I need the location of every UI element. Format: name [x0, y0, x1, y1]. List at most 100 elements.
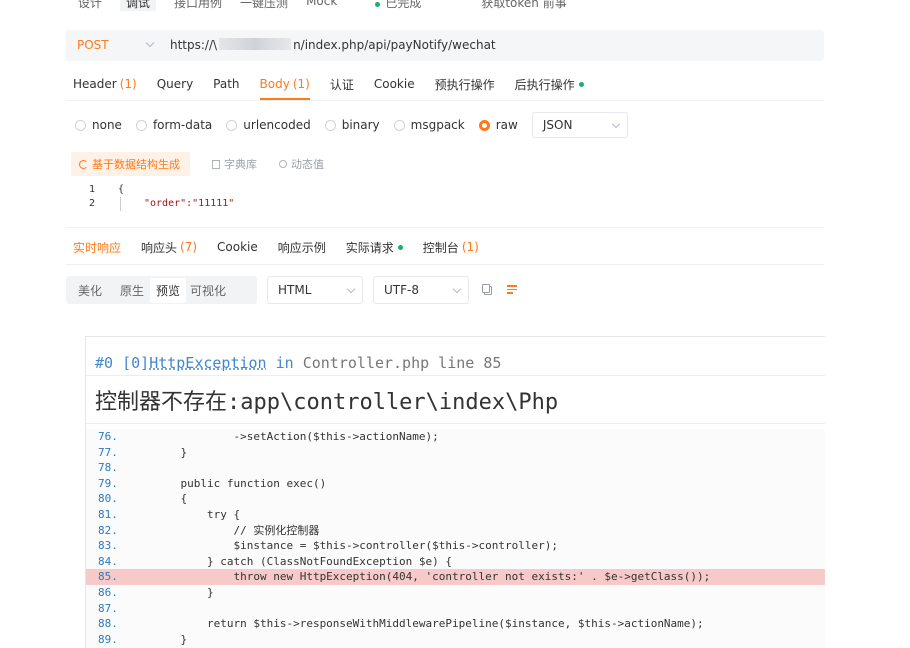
- view-mode-group: 美化 原生 预览 可视化: [66, 276, 257, 304]
- tab-body-label: Body: [259, 77, 290, 91]
- tab-body[interactable]: Body (1): [259, 68, 310, 100]
- radio-urlencoded[interactable]: urlencoded: [226, 118, 311, 132]
- divider: [66, 227, 824, 228]
- tab-cookie[interactable]: Cookie: [374, 68, 415, 100]
- radio-circle: [135, 119, 147, 131]
- method-select[interactable]: POST: [77, 38, 109, 52]
- wrap-line: [507, 285, 517, 287]
- code-line-text: // 实例化控制器: [154, 523, 320, 537]
- tab-pre-script[interactable]: 预执行操作: [435, 68, 495, 100]
- generate-label: 基于数据结构生成: [92, 158, 180, 171]
- source-divider: [86, 423, 825, 424]
- code-line-number: 78.: [98, 461, 118, 475]
- code-line-text: }: [154, 445, 188, 459]
- radio-form-data[interactable]: form-data: [135, 118, 212, 132]
- radio-binary-label: binary: [341, 118, 380, 132]
- radio-none-label: none: [92, 118, 122, 132]
- tab-response-headers[interactable]: 响应头 (7): [141, 233, 197, 261]
- url-input[interactable]: https://\ n/index.php/api/payNotify/wecha…: [170, 38, 496, 52]
- code-line-text: try {: [154, 508, 241, 521]
- dictionary-button[interactable]: 字典库: [212, 156, 257, 172]
- code-line-number: 86.: [98, 586, 118, 599]
- body-type-row: none form-data urlencoded binary msgpack…: [75, 112, 628, 138]
- tab-console[interactable]: 控制台 (1): [423, 233, 479, 261]
- code-line: 77. }: [86, 445, 825, 461]
- tab-query-label: Query: [156, 77, 194, 91]
- tab-response-example-label: 响应示例: [277, 240, 326, 255]
- code-line: 82. // 实例化控制器: [86, 523, 825, 539]
- book-icon: [212, 159, 220, 169]
- code-line-number: 84.: [98, 554, 118, 568]
- code-line: 89. }: [86, 632, 825, 648]
- code-line-number: 83.: [98, 539, 118, 553]
- radio-circle: [75, 119, 86, 131]
- copy-icon[interactable]: [482, 284, 490, 293]
- response-encoding-select[interactable]: UTF-8: [373, 276, 469, 304]
- code-line-number: 81.: [98, 508, 118, 521]
- response-encoding-value: UTF-8: [384, 283, 419, 297]
- wrap-lines-icon[interactable]: [507, 285, 517, 294]
- tab-stress[interactable]: 一键压测: [240, 0, 288, 11]
- body-editor[interactable]: 1 { 2 "order":"11111": [66, 182, 824, 214]
- chevron-down-icon: [452, 284, 462, 293]
- tab-debug[interactable]: 调试: [120, 0, 157, 11]
- dynamic-value-button[interactable]: 动态值: [279, 156, 324, 172]
- wrap-line: [507, 288, 517, 290]
- tab-mock[interactable]: Mock: [306, 0, 337, 11]
- radio-binary[interactable]: binary: [324, 118, 380, 132]
- code-line-text: return $this->responseWithMiddlewarePipe…: [154, 617, 704, 631]
- view-beautify[interactable]: 美化: [78, 282, 102, 299]
- radio-msgpack[interactable]: msgpack: [393, 118, 465, 132]
- tab-live-response[interactable]: 实时响应: [73, 233, 121, 261]
- url-bar: POST https://\ n/index.php/api/payNotify/…: [66, 30, 824, 61]
- token-text: 获取token 前事: [481, 0, 567, 10]
- tab-actual-request-label: 实际请求: [345, 240, 394, 255]
- view-visualize[interactable]: 可视化: [190, 282, 226, 299]
- code-line-number: 82.: [98, 523, 118, 537]
- editor-line-1: 1 {: [66, 183, 824, 197]
- editor-line-2: 2 "order":"11111": [66, 197, 824, 211]
- tab-post-script[interactable]: 后执行操作: [515, 68, 584, 100]
- tab-header[interactable]: Header (1): [73, 68, 137, 100]
- code-line: 88. return $this->responseWithMiddleware…: [86, 616, 825, 632]
- body-tools: 基于数据结构生成 字典库 动态值: [71, 152, 324, 176]
- code-line-number: 89.: [98, 632, 118, 646]
- tab-cases[interactable]: 接口用例: [174, 0, 222, 11]
- code-line: 84. } catch (ClassNotFoundException $e) …: [86, 554, 825, 570]
- tab-path[interactable]: Path: [213, 68, 239, 100]
- radio-none[interactable]: none: [75, 118, 122, 132]
- tab-response-cookie[interactable]: Cookie: [217, 233, 258, 261]
- code-line-number: 77.: [98, 445, 118, 459]
- code-line: 76. ->setAction($this->actionName);: [86, 429, 825, 445]
- tab-header-count: (1): [119, 77, 137, 91]
- tab-design[interactable]: 设计: [78, 0, 102, 11]
- tab-response-example[interactable]: 响应示例: [278, 233, 326, 261]
- chevron-down-icon[interactable]: [145, 38, 155, 48]
- tab-post-script-label: 后执行操作: [514, 77, 575, 92]
- code-line: 83. $instance = $this->controller($this-…: [86, 538, 825, 554]
- tab-query[interactable]: Query: [157, 68, 193, 100]
- code-line-text: $instance = $this->controller($this->con…: [154, 539, 558, 553]
- tab-live-response-label: 实时响应: [73, 240, 122, 255]
- response-format-select[interactable]: HTML: [267, 276, 363, 304]
- body-format-select[interactable]: JSON: [531, 112, 628, 138]
- view-preview[interactable]: 预览: [150, 277, 187, 303]
- request-tabs: Header (1) Query Path Body (1) 认证 Cookie 预…: [73, 68, 833, 100]
- tab-cookie-label: Cookie: [373, 77, 415, 91]
- code-line-text: }: [154, 632, 188, 646]
- url-suffix: n/index.php/api/payNotify/wechat: [293, 38, 496, 52]
- exception-prefix: #0 [0]: [95, 354, 150, 372]
- link-icon: [279, 160, 287, 168]
- tab-actual-request[interactable]: 实际请求: [346, 233, 403, 261]
- url-prefix: https://\: [170, 38, 218, 52]
- tab-auth[interactable]: 认证: [330, 68, 354, 100]
- radio-raw[interactable]: raw: [478, 118, 518, 132]
- divider: [66, 100, 824, 101]
- code-line-number: 87.: [98, 601, 118, 615]
- generate-from-schema-button[interactable]: 基于数据结构生成: [71, 152, 190, 176]
- view-raw[interactable]: 原生: [120, 282, 144, 299]
- error-message: 控制器不存在:app\controller\index\Php: [95, 390, 559, 415]
- editor-text: {: [118, 184, 125, 195]
- refresh-icon: [79, 159, 88, 169]
- exception-class-link[interactable]: HttpException: [149, 354, 266, 372]
